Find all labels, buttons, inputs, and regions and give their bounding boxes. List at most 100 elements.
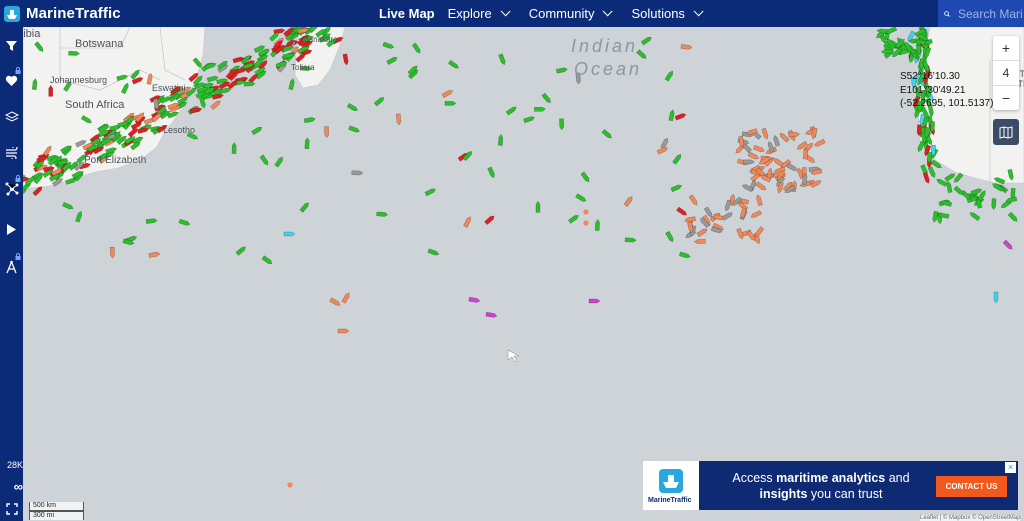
nav-solutions[interactable]: Solutions	[631, 6, 704, 21]
vessel-marker[interactable]	[211, 93, 224, 100]
close-icon[interactable]: ×	[1005, 462, 1016, 473]
vessel-marker[interactable]	[693, 238, 706, 244]
vessel-marker[interactable]	[880, 49, 893, 55]
vessel-marker[interactable]	[75, 210, 83, 223]
vessel-marker[interactable]	[944, 172, 956, 182]
vessel-marker[interactable]	[32, 185, 44, 197]
vessel-marker[interactable]	[498, 53, 507, 66]
vessel-marker[interactable]	[665, 230, 675, 243]
vessel-marker[interactable]	[346, 102, 359, 112]
vessel-marker[interactable]	[640, 36, 652, 46]
playback-button[interactable]	[0, 211, 23, 247]
vessel-marker[interactable]	[468, 296, 481, 303]
vessel-marker[interactable]	[148, 251, 161, 258]
vessel-marker[interactable]	[670, 184, 683, 193]
vessel-marker[interactable]	[210, 99, 222, 110]
vessel-marker[interactable]	[80, 115, 93, 124]
vessel-marker[interactable]	[555, 67, 568, 74]
vessel-marker[interactable]	[580, 171, 591, 183]
vessel-marker[interactable]	[927, 166, 936, 179]
vessel-marker[interactable]	[674, 112, 687, 121]
nav-community[interactable]: Community	[529, 6, 614, 21]
vessel-marker[interactable]	[62, 201, 74, 210]
vessel-marker[interactable]	[231, 142, 237, 154]
vessel-marker[interactable]	[688, 194, 699, 206]
vessel-marker[interactable]	[348, 125, 361, 134]
vessel-marker[interactable]	[261, 255, 273, 266]
weather-button[interactable]	[0, 135, 23, 171]
vessel-marker[interactable]	[750, 210, 762, 218]
vessel-marker[interactable]	[755, 181, 767, 192]
vessel-marker[interactable]	[178, 218, 191, 226]
vessel-marker[interactable]	[235, 245, 247, 256]
filter-button[interactable]	[0, 27, 23, 63]
vessel-marker[interactable]	[243, 81, 256, 87]
vessel-marker[interactable]	[424, 187, 437, 197]
vessel-marker[interactable]	[441, 89, 454, 98]
vessel-marker[interactable]	[274, 156, 285, 168]
favorites-button[interactable]	[0, 63, 23, 99]
vessel-marker[interactable]	[922, 172, 930, 184]
vessel-marker[interactable]	[917, 140, 926, 153]
vessel-marker[interactable]	[788, 132, 800, 138]
vessel-marker[interactable]	[498, 134, 504, 146]
vessel-marker[interactable]	[672, 153, 683, 165]
vessel-marker[interactable]	[623, 195, 634, 207]
vessel-marker[interactable]	[660, 137, 670, 150]
vessel-marker[interactable]	[304, 137, 310, 150]
nav-explore[interactable]: Explore	[448, 6, 511, 21]
vessel-marker[interactable]	[814, 138, 826, 147]
infinity-toggle[interactable]: ∞	[0, 479, 23, 494]
vessel-marker[interactable]	[993, 176, 1006, 185]
vessel-marker[interactable]	[382, 41, 395, 49]
vessel-marker[interactable]	[678, 251, 691, 259]
vessel-anchored-marker[interactable]	[583, 209, 589, 215]
vessel-marker[interactable]	[337, 328, 350, 334]
vessel-marker[interactable]	[930, 159, 942, 169]
vessel-marker[interactable]	[594, 219, 600, 231]
vessel-marker[interactable]	[192, 57, 203, 69]
vessel-marker[interactable]	[724, 199, 732, 212]
vessel-anchored-marker[interactable]	[583, 220, 589, 226]
vessel-marker[interactable]	[752, 144, 765, 153]
vessel-marker[interactable]	[676, 206, 688, 217]
vessel-marker[interactable]	[575, 193, 587, 203]
vessel-marker[interactable]	[523, 116, 535, 124]
vessel-marker[interactable]	[761, 127, 769, 140]
vessel-marker[interactable]	[295, 52, 307, 63]
map-attribution[interactable]: Leaflet | © Mapbox © OpenStreetMap	[920, 515, 1021, 521]
routes-button[interactable]	[0, 171, 23, 207]
vessel-anchored-marker[interactable]	[287, 482, 293, 488]
vessel-marker[interactable]	[376, 211, 389, 217]
vessel-marker[interactable]	[756, 194, 763, 207]
vessel-marker[interactable]	[1007, 168, 1014, 181]
vessel-marker[interactable]	[48, 84, 53, 97]
zoom-in-button[interactable]: +	[993, 36, 1019, 61]
vessel-marker[interactable]	[341, 292, 351, 304]
fullscreen-button[interactable]	[0, 497, 23, 521]
vessel-marker[interactable]	[664, 70, 674, 82]
vessel-marker[interactable]	[932, 210, 939, 223]
vessel-marker[interactable]	[120, 82, 129, 95]
nav-live-map[interactable]: Live Map	[379, 6, 435, 21]
zoom-out-button[interactable]: −	[993, 86, 1019, 110]
vessel-marker[interactable]	[351, 170, 364, 176]
vessel-marker[interactable]	[779, 132, 790, 143]
vessel-marker[interactable]	[696, 227, 708, 238]
vessel-marker[interactable]	[541, 92, 552, 104]
vessel-marker[interactable]	[721, 211, 733, 221]
vessel-marker[interactable]	[969, 211, 981, 222]
vessel-marker[interactable]	[505, 105, 517, 116]
vessel-marker[interactable]	[747, 151, 760, 160]
vessel-marker[interactable]	[34, 41, 45, 53]
vessel-marker[interactable]	[559, 118, 565, 131]
vessel-marker[interactable]	[303, 117, 316, 124]
vessel-marker[interactable]	[299, 201, 310, 213]
vessel-marker[interactable]	[535, 200, 541, 213]
vessel-marker[interactable]	[668, 109, 675, 122]
vessel-marker[interactable]	[993, 291, 999, 304]
ad-banner[interactable]: MarineTraffic Access maritime analytics …	[643, 461, 1018, 510]
vessel-marker[interactable]	[991, 198, 997, 211]
vessel-marker[interactable]	[444, 101, 457, 106]
vessel-marker[interactable]	[601, 129, 613, 139]
